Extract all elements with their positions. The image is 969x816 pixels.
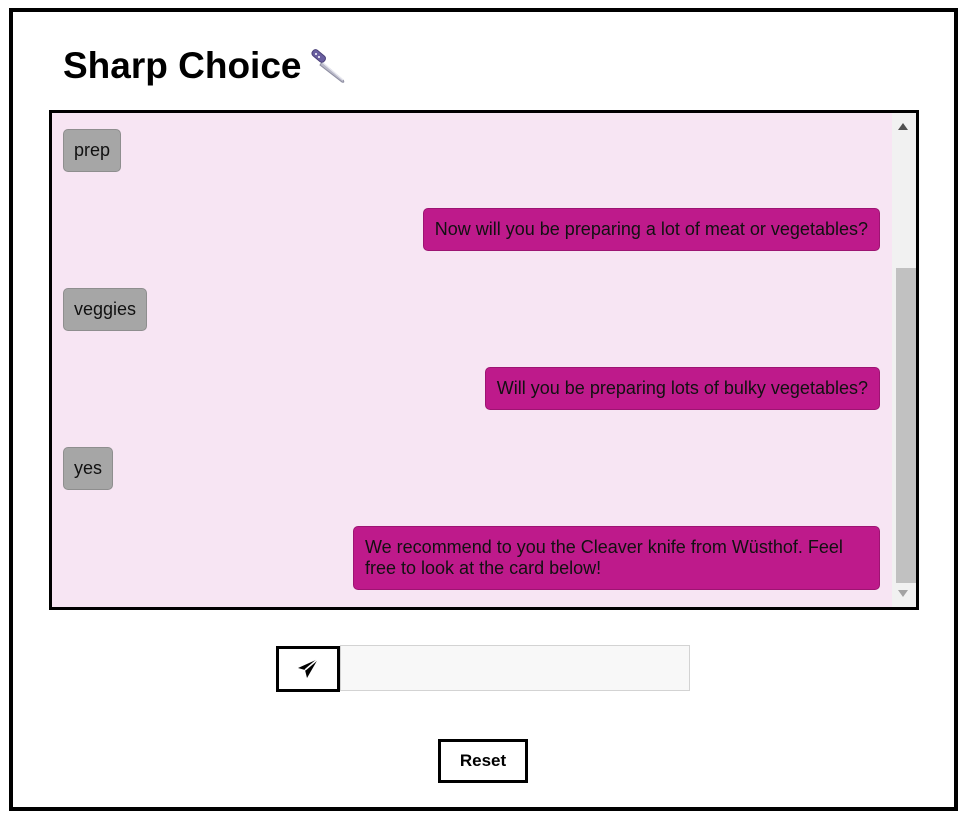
- bot-message: Now will you be preparing a lot of meat …: [422, 208, 880, 251]
- reset-button[interactable]: Reset: [438, 739, 528, 783]
- page-title-text: Sharp Choice: [63, 45, 302, 86]
- user-message: yes: [63, 447, 114, 490]
- user-message: prep: [63, 129, 122, 172]
- page-title: Sharp Choice: [63, 44, 348, 88]
- send-button[interactable]: [276, 646, 340, 692]
- app-frame: Sharp Choice prep Now will you be prepar…: [9, 8, 958, 811]
- chat-window[interactable]: prep Now will you be preparing a lot of …: [49, 110, 919, 610]
- kitchen-knife-icon: [308, 46, 348, 86]
- scrollbar-thumb[interactable]: [896, 268, 916, 583]
- bot-message: Will you be preparing lots of bulky vege…: [484, 367, 880, 410]
- paper-plane-icon: [298, 658, 319, 678]
- chat-scrollbar[interactable]: [892, 113, 916, 607]
- bot-message: We recommend to you the Cleaver knife fr…: [353, 526, 880, 590]
- message-list: prep Now will you be preparing a lot of …: [52, 113, 892, 607]
- scroll-up-arrow-icon[interactable]: [898, 123, 908, 130]
- user-message: veggies: [63, 288, 148, 331]
- scroll-down-arrow-icon[interactable]: [898, 590, 908, 597]
- message-input[interactable]: [340, 645, 690, 691]
